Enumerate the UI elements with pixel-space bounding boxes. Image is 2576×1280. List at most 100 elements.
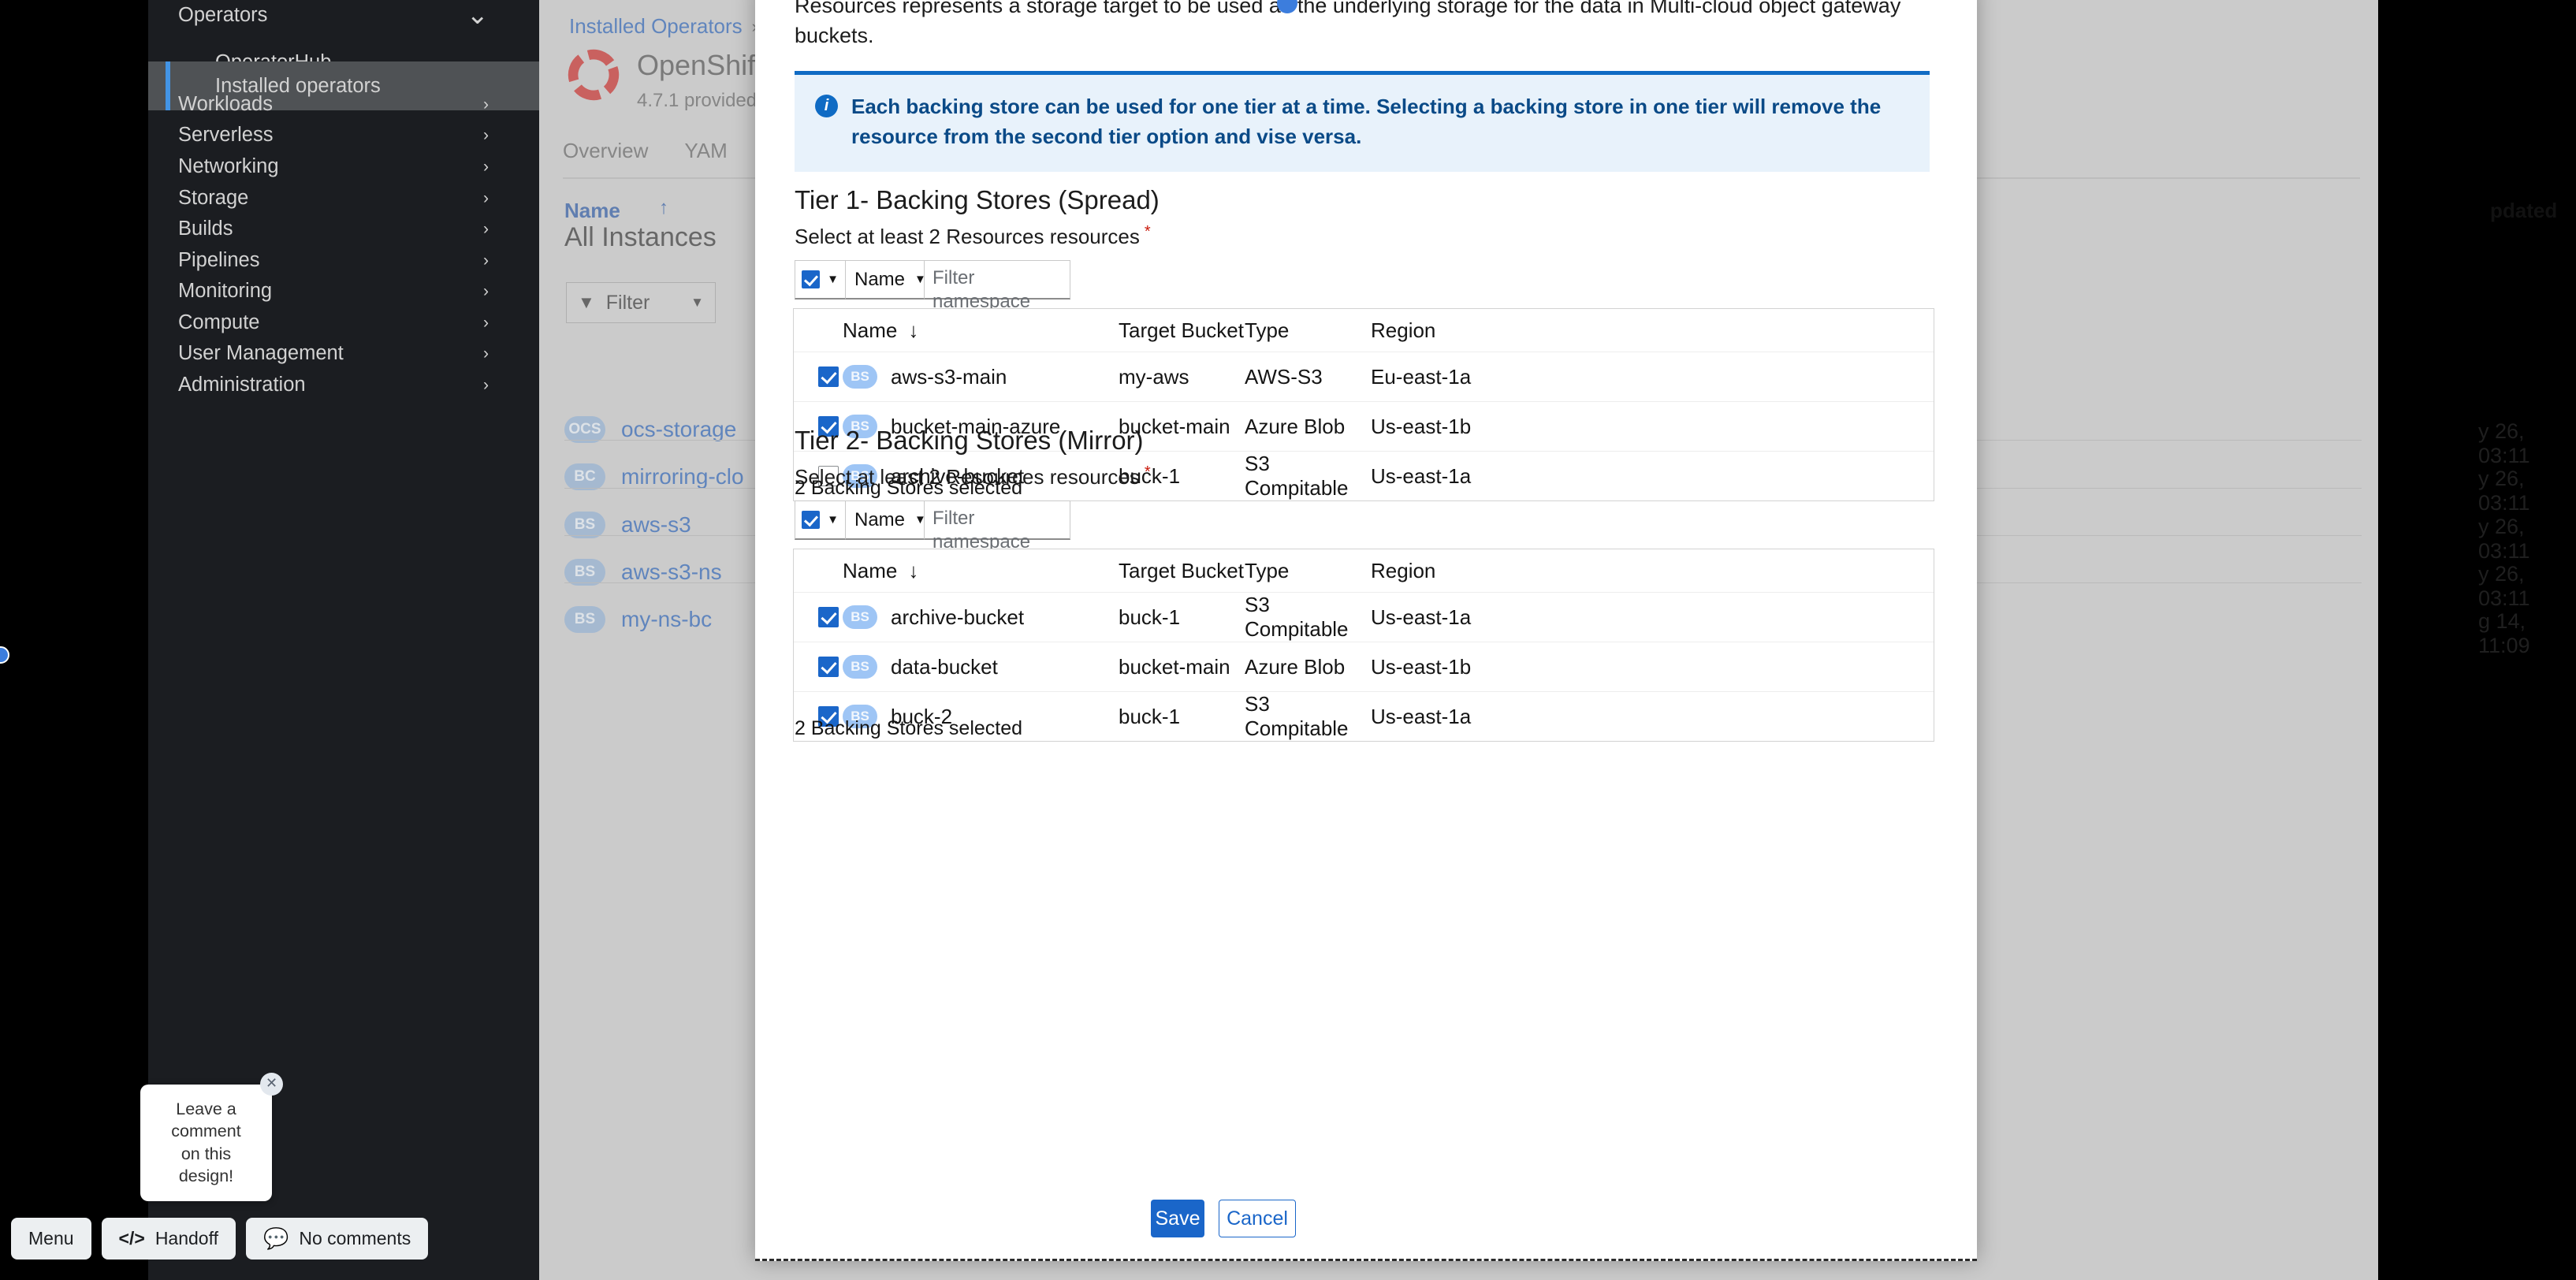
row-name-cell: BS archive-bucket [843, 605, 1119, 630]
cursor-dot-icon [0, 646, 9, 664]
filter-text[interactable]: Filter namespace stores by label [925, 500, 1070, 576]
filter-text[interactable]: Filter namespace stores by label [925, 260, 1070, 336]
save-button[interactable]: Save [1151, 1200, 1204, 1237]
select-all-dropdown[interactable]: ▼ [795, 260, 846, 300]
tooltip-line-1: Leave a comment [171, 1099, 241, 1141]
comments-label: No comments [299, 1228, 411, 1248]
resource-type-badge: OCS [564, 416, 605, 443]
chevron-right-icon: › [483, 157, 489, 176]
table-header-row: Name ↓ Target Bucket Type Region [794, 309, 1934, 352]
info-alert-text: Each backing store can be used for one t… [851, 95, 1882, 148]
breadcrumb-installed-operators[interactable]: Installed Operators [569, 14, 743, 39]
header-type[interactable]: Type [1245, 318, 1371, 343]
bg-item-updated: y 26, 03:11 [2478, 515, 2530, 563]
header-region[interactable]: Region [1371, 318, 1528, 343]
bg-item-name[interactable]: mirroring-clo [621, 464, 744, 489]
header-type[interactable]: Type [1245, 559, 1371, 583]
header-target-bucket[interactable]: Target Bucket [1119, 559, 1245, 583]
row-name: data-bucket [891, 654, 998, 679]
bg-list-item[interactable]: BC mirroring-clo [564, 463, 744, 490]
checkbox-checked-icon[interactable] [818, 367, 839, 387]
bg-list-item[interactable]: BS aws-s3-ns [564, 559, 722, 586]
header-region[interactable]: Region [1371, 559, 1528, 583]
caret-down-icon[interactable]: ▼ [827, 273, 839, 286]
table-filter-bar: ▼ Name▼Filter namespace stores by label [795, 500, 1070, 576]
breadcrumb[interactable]: Installed Operators › [569, 14, 758, 39]
comments-button[interactable]: 💬 No comments [245, 1218, 429, 1260]
required-marker: * [1144, 223, 1151, 240]
bg-list-item[interactable]: OCS ocs-storage [564, 416, 736, 443]
arrow-down-icon: ↓ [908, 318, 919, 342]
comment-tooltip: ✕ Leave a comment on this design! [140, 1072, 283, 1201]
checkbox-checked-icon[interactable] [818, 657, 839, 677]
backing-stores-table: Name ↓ Target Bucket Type Region BS archive-bu… [793, 549, 1934, 742]
cancel-button[interactable]: Cancel [1219, 1200, 1296, 1237]
header-name[interactable]: Name ↓ [843, 318, 1119, 343]
bg-item-name[interactable]: aws-s3-ns [621, 560, 722, 585]
caret-down-icon[interactable]: ▼ [827, 513, 839, 527]
row-checkbox-cell[interactable] [794, 367, 843, 387]
tier-required-label: Select at least 2 Resources resources * [795, 463, 1151, 489]
checkbox-checked-icon[interactable] [802, 270, 821, 288]
tab-yaml[interactable]: YAM [684, 139, 727, 163]
row-target-bucket: bucket-main [1119, 654, 1230, 679]
bg-column-name[interactable]: Name [564, 199, 620, 223]
checkbox-checked-icon[interactable] [818, 607, 839, 627]
table-filter-bar: ▼ Name▼Filter namespace stores by label [795, 260, 1070, 336]
checkbox-checked-icon[interactable] [802, 511, 821, 529]
row-type: S3 Compitable [1245, 593, 1349, 641]
figma-toolbar: Menu </> Handoff 💬 No comments [11, 1218, 429, 1260]
selection-count-note: 2 Backing Stores selected [795, 717, 1023, 739]
row-region: Us-east-1b [1371, 654, 1472, 679]
info-icon: i [815, 95, 838, 117]
bg-item-updated: y 26, 03:11 [2478, 419, 2530, 467]
close-icon[interactable]: ✕ [260, 1072, 283, 1096]
sidebar-item-operators[interactable]: Operators ⌄ [148, 0, 539, 39]
bg-item-updated: y 26, 03:11 [2478, 467, 2530, 515]
resource-type-badge: BS [843, 605, 877, 629]
bg-item-name[interactable]: my-ns-bc [621, 607, 712, 632]
row-target-bucket: my-aws [1119, 364, 1189, 389]
row-name-cell: BS data-bucket [843, 655, 1119, 679]
chevron-right-icon: › [483, 344, 489, 363]
filter-attribute-dropdown[interactable]: Name ▼ [846, 260, 926, 300]
arrow-up-icon: ↑ [659, 197, 668, 218]
row-checkbox-cell[interactable] [794, 657, 843, 677]
sidebar-item-administration[interactable]: Administration › [148, 360, 539, 409]
row-type: Azure Blob [1245, 414, 1346, 438]
select-all-dropdown[interactable]: ▼ [795, 500, 846, 540]
bg-item-name[interactable]: ocs-storage [621, 417, 736, 442]
filter-attribute-dropdown[interactable]: Name ▼ [846, 500, 926, 540]
table-row[interactable]: BS archive-bucket buck-1 S3 Compitable Us-ea… [794, 592, 1934, 642]
chevron-right-icon: › [483, 219, 489, 238]
bg-list-item[interactable]: BS my-ns-bc [564, 606, 712, 633]
tab-overview[interactable]: Overview [563, 139, 648, 163]
tier-required-label: Select at least 2 Resources resources * [795, 223, 1151, 249]
page-title: All Instances [564, 222, 717, 252]
row-region: Eu-east-1a [1371, 364, 1472, 389]
row-checkbox-cell[interactable] [794, 607, 843, 627]
tab-bar: Overview YAM [563, 139, 728, 163]
row-target-bucket: buck-1 [1119, 605, 1181, 629]
filter-dropdown[interactable]: ▼ Filter ▼ [566, 282, 716, 323]
modal-body: Resources represents a storage target to… [755, 0, 1977, 1259]
funnel-icon: ▼ [578, 292, 595, 312]
comment-bubble-icon: 💬 [262, 1226, 289, 1250]
bg-item-updated: y 26, 03:11 [2478, 562, 2530, 610]
bg-item-name[interactable]: aws-s3 [621, 512, 691, 538]
header-target-bucket[interactable]: Target Bucket [1119, 318, 1245, 343]
bg-list-item[interactable]: BS aws-s3 [564, 512, 691, 538]
table-row[interactable]: BS data-bucket bucket-main Azure Blob Us-eas… [794, 642, 1934, 691]
table-row[interactable]: BS aws-s3-main my-aws AWS-S3 Eu-east-1a [794, 352, 1934, 401]
row-region: Us-east-1b [1371, 414, 1472, 438]
resource-type-badge: BS [843, 655, 877, 679]
handoff-button[interactable]: </> Handoff [101, 1218, 236, 1260]
chevron-right-icon: › [483, 281, 489, 300]
menu-button[interactable]: Menu [11, 1218, 91, 1260]
header-name[interactable]: Name ↓ [843, 559, 1119, 583]
code-brackets-icon: </> [118, 1228, 145, 1248]
row-name-cell: BS aws-s3-main [843, 365, 1119, 389]
resource-type-badge: BS [843, 365, 877, 389]
openshift-logo-icon [568, 49, 620, 101]
handoff-label: Handoff [154, 1228, 218, 1248]
